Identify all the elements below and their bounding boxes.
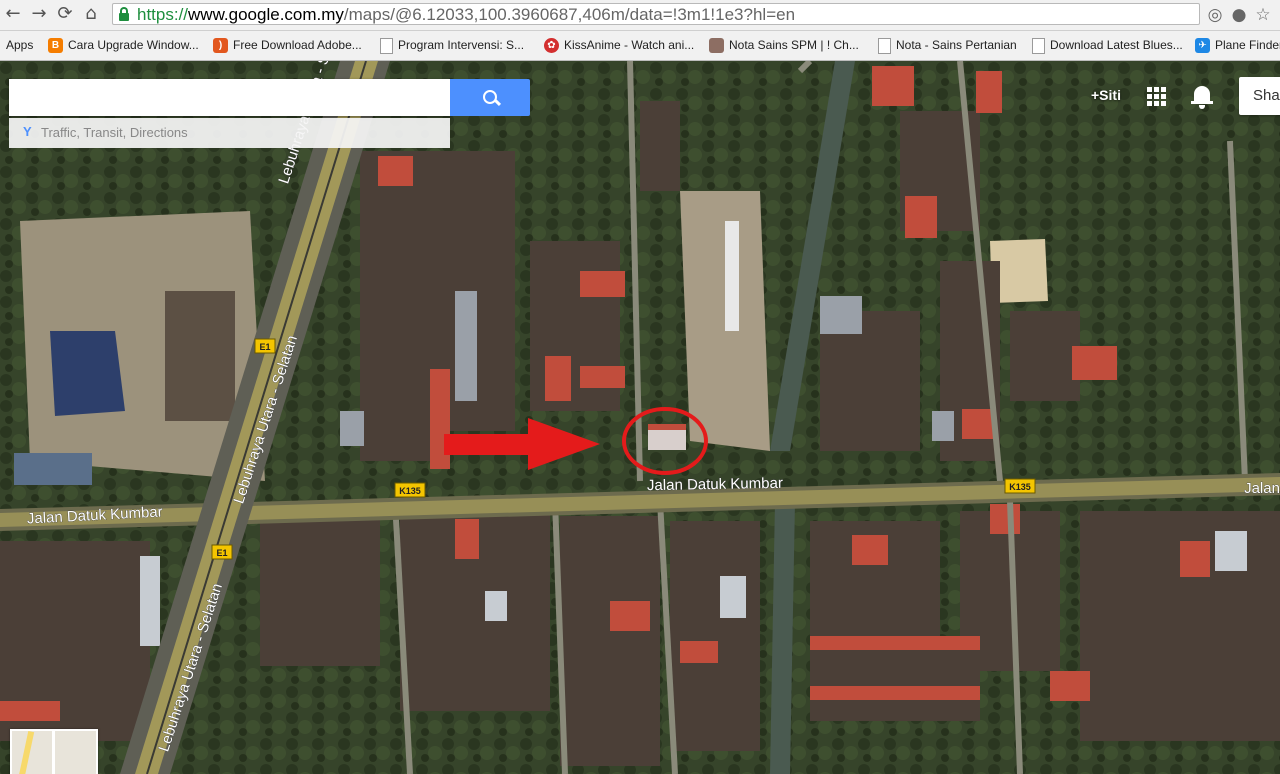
bookmark-item[interactable]: ) Free Download Adobe... bbox=[213, 37, 362, 55]
bookmark-star-icon[interactable]: ☆ bbox=[1253, 5, 1273, 25]
bookmark-item[interactable]: Nota - Sains Pertanian bbox=[876, 37, 1017, 55]
search-button[interactable] bbox=[450, 79, 530, 116]
route-shield-e1-south: E1 bbox=[211, 544, 233, 560]
route-label-e1: E1 bbox=[259, 342, 270, 352]
minimap-toggle[interactable] bbox=[10, 729, 98, 774]
reload-icon[interactable]: ⟳ bbox=[54, 3, 76, 25]
page-icon bbox=[1032, 38, 1045, 54]
bookmark-item[interactable]: Download Latest Blues... bbox=[1030, 37, 1183, 55]
search-input[interactable] bbox=[17, 79, 441, 116]
satellite-imagery: E1 E1 K135 K135 Lebuhraya Utara - Selata… bbox=[0, 61, 1280, 774]
route-label-k135: K135 bbox=[1009, 482, 1031, 492]
address-bar[interactable]: https://www.google.com.my/maps/@6.12033,… bbox=[112, 3, 1200, 25]
location-icon[interactable]: ◎ bbox=[1205, 5, 1225, 25]
road-label: Jalan bbox=[1244, 480, 1280, 497]
route-label-e1: E1 bbox=[216, 548, 227, 558]
blogger-icon: B bbox=[48, 38, 63, 53]
share-button[interactable]: Shar bbox=[1239, 77, 1280, 115]
satellite-map[interactable]: E1 E1 K135 K135 Lebuhraya Utara - Selata… bbox=[0, 61, 1280, 774]
directions-bar[interactable]: Y Traffic, Transit, Directions bbox=[9, 118, 450, 148]
back-icon[interactable]: ← bbox=[2, 3, 24, 25]
route-label-k135: K135 bbox=[399, 486, 421, 496]
directions-icon: Y bbox=[23, 124, 32, 139]
url-text: https://www.google.com.my/maps/@6.12033,… bbox=[137, 5, 796, 24]
route-shield-e1-north: E1 bbox=[254, 338, 276, 354]
rss-icon: ) bbox=[213, 38, 228, 53]
apps-shortcut[interactable]: Apps bbox=[6, 37, 33, 54]
browser-toolbar: ← → ⟳ ⌂ https://www.google.com.my/maps/@… bbox=[0, 0, 1280, 31]
page-icon bbox=[878, 38, 891, 54]
route-shield-k135-east: K135 bbox=[1004, 478, 1036, 494]
search-box bbox=[9, 79, 450, 116]
share-label: Shar bbox=[1253, 87, 1280, 104]
notifications-bell-icon[interactable] bbox=[1191, 84, 1215, 110]
route-shield-k135-west: K135 bbox=[394, 482, 426, 498]
bookmark-item[interactable]: Program Intervensi: S... bbox=[378, 37, 524, 55]
plane-icon: ✈ bbox=[1195, 38, 1210, 53]
bookmark-item[interactable]: B Cara Upgrade Window... bbox=[48, 37, 199, 55]
bookmarks-bar: Apps B Cara Upgrade Window... ) Free Dow… bbox=[0, 31, 1280, 61]
lock-icon bbox=[119, 7, 129, 21]
bookmark-item[interactable]: ✈ Plane Finder bbox=[1195, 37, 1280, 55]
avatar-icon bbox=[709, 38, 724, 53]
home-icon[interactable]: ⌂ bbox=[80, 3, 102, 25]
kissanime-icon: ✿ bbox=[544, 38, 559, 53]
bookmark-item[interactable]: Nota Sains SPM | ! Ch... bbox=[709, 37, 859, 55]
road-label: Jalan Datuk Kumbar bbox=[647, 475, 783, 494]
directions-text: Traffic, Transit, Directions bbox=[41, 125, 188, 140]
bookmark-item[interactable]: ✿ KissAnime - Watch ani... bbox=[544, 37, 694, 55]
google-plus-user-link[interactable]: +Siti bbox=[1091, 87, 1121, 103]
apps-grid-icon[interactable] bbox=[1147, 87, 1166, 106]
forward-icon[interactable]: → bbox=[28, 3, 50, 25]
page-icon bbox=[380, 38, 393, 54]
lightbulb-icon[interactable]: ● bbox=[1229, 5, 1249, 25]
